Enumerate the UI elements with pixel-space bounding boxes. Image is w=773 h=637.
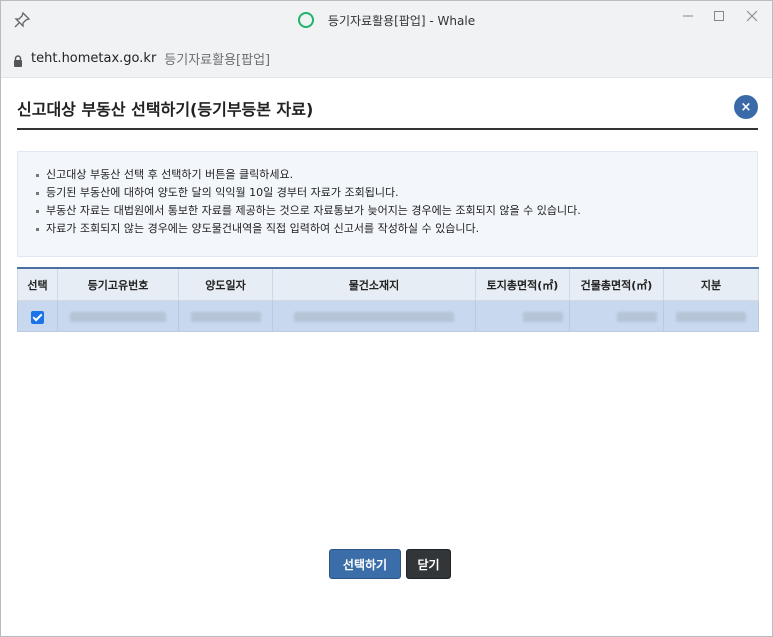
redacted-value <box>616 311 657 322</box>
select-button[interactable]: 선택하기 <box>329 549 401 579</box>
title-bar: 등기자료활용[팝업] - Whale <box>1 1 772 39</box>
redacted-value <box>522 311 563 322</box>
address-domain: teht.hometax.go.kr <box>31 50 157 66</box>
redacted-value <box>70 311 166 322</box>
close-button[interactable]: 닫기 <box>406 549 451 579</box>
dialog-close-button[interactable]: × <box>734 95 758 119</box>
column-header-building-area: 건물총면적(㎡) <box>569 267 664 301</box>
property-location-cell <box>272 300 476 332</box>
transfer-date-cell <box>178 300 273 332</box>
notice-list: 신고대상 부동산 선택 후 선택하기 버튼을 클릭하세요. 등기된 부동산에 대… <box>18 152 757 238</box>
notice-item: 자료가 조회되지 않는 경우에는 양도물건내역을 직접 입력하여 신고서를 작성… <box>36 220 757 238</box>
column-header-select: 선택 <box>17 267 58 301</box>
notice-item: 등기된 부동산에 대하여 양도한 달의 익익월 10일 경부터 자료가 조회됩니… <box>36 184 757 202</box>
maximize-button[interactable] <box>703 1 735 31</box>
row-checkbox[interactable] <box>31 310 44 324</box>
lock-icon <box>13 52 23 67</box>
redacted-value <box>294 311 454 322</box>
registry-number-cell <box>57 300 179 332</box>
select-cell[interactable] <box>17 300 58 332</box>
column-header-registry-number: 등기고유번호 <box>57 267 179 301</box>
share-cell <box>663 300 759 332</box>
building-area-cell <box>569 300 664 332</box>
address-bar[interactable]: teht.hometax.go.kr 등기자료활용[팝업] <box>1 39 772 78</box>
redacted-value <box>676 311 746 322</box>
address-page-title: 등기자료활용[팝업] <box>164 52 271 68</box>
column-header-property-location: 물건소재지 <box>272 267 476 301</box>
notice-item: 부동산 자료는 대법원에서 통보한 자료를 제공하는 것으로 자료통보가 늦어지… <box>36 202 757 220</box>
minimize-button[interactable] <box>672 1 704 31</box>
redacted-value <box>190 311 261 322</box>
notice-box: 신고대상 부동산 선택 후 선택하기 버튼을 클릭하세요. 등기된 부동산에 대… <box>17 151 758 257</box>
notice-item: 신고대상 부동산 선택 후 선택하기 버튼을 클릭하세요. <box>36 166 757 184</box>
popup-window: 등기자료활용[팝업] - Whale teht.hometax.go.kr 등기… <box>0 0 773 637</box>
window-title-area: 등기자료활용[팝업] - Whale <box>1 1 772 39</box>
table-row[interactable] <box>17 300 759 332</box>
title-divider <box>17 128 758 130</box>
window-close-button[interactable] <box>736 1 768 31</box>
land-area-cell <box>475 300 570 332</box>
column-header-transfer-date: 양도일자 <box>178 267 273 301</box>
table-header-row: 선택 등기고유번호 양도일자 물건소재지 토지총면적(㎡) 건물총면적(㎡) 지… <box>17 267 759 301</box>
window-title: 등기자료활용[팝업] - Whale <box>327 13 476 28</box>
whale-browser-icon <box>297 12 314 28</box>
property-table: 선택 등기고유번호 양도일자 물건소재지 토지총면적(㎡) 건물총면적(㎡) 지… <box>17 267 759 332</box>
column-header-share: 지분 <box>663 267 759 301</box>
column-header-land-area: 토지총면적(㎡) <box>475 267 570 301</box>
dialog-title: 신고대상 부동산 선택하기(등기부등본 자료) <box>17 100 314 119</box>
